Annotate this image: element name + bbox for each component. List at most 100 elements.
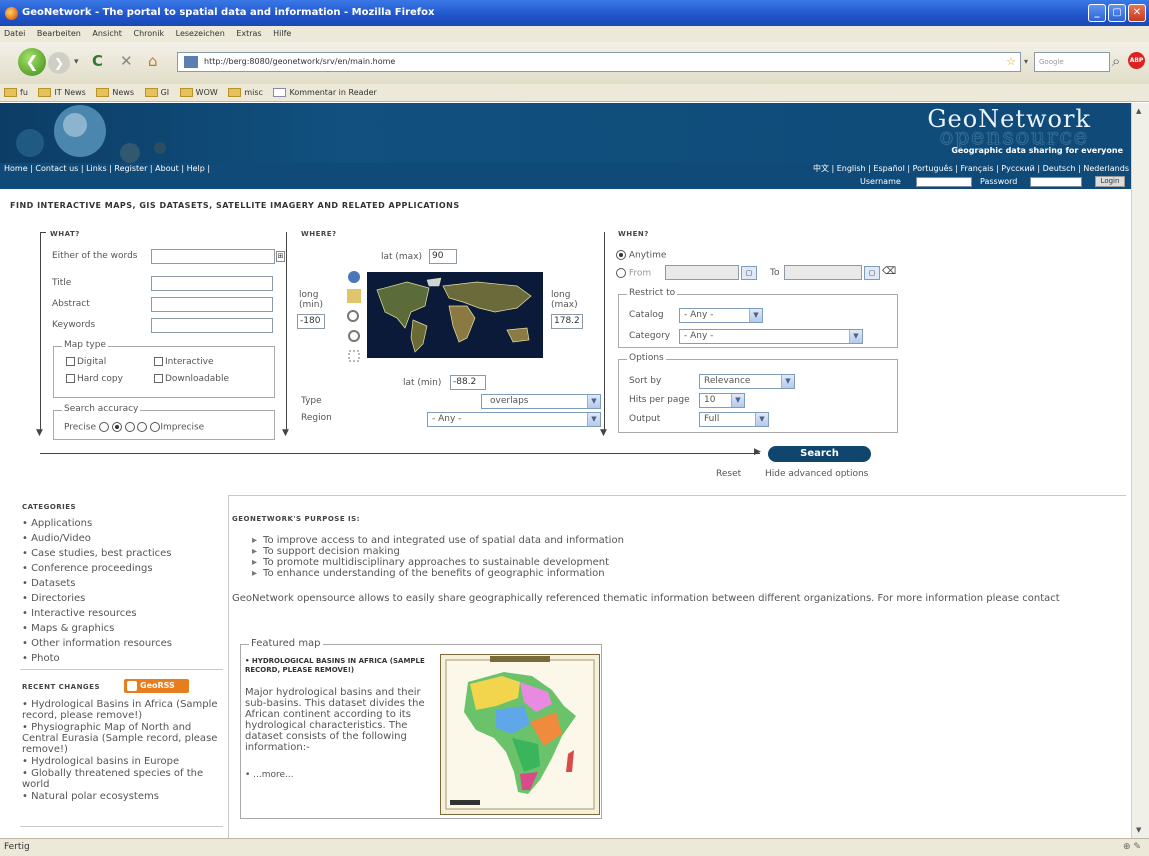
digital-checkbox[interactable] bbox=[66, 357, 75, 366]
from-option[interactable]: From bbox=[616, 268, 651, 279]
history-dropdown-icon[interactable]: ▾ bbox=[74, 52, 79, 72]
menu-lesezeichen[interactable]: Lesezeichen bbox=[176, 29, 225, 38]
anytime-option[interactable]: Anytime bbox=[616, 250, 666, 261]
minimize-button[interactable]: _ bbox=[1088, 4, 1106, 22]
region-select[interactable]: - Any - ▼ bbox=[427, 412, 601, 427]
select-area-tool-icon[interactable] bbox=[348, 350, 360, 362]
bookmark-star-icon[interactable]: ☆ bbox=[1006, 53, 1016, 71]
menu-bearbeiten[interactable]: Bearbeiten bbox=[37, 29, 81, 38]
accuracy-radio-2[interactable] bbox=[111, 422, 122, 432]
login-button[interactable]: Login bbox=[1095, 176, 1125, 187]
zoom-in-tool-icon[interactable] bbox=[347, 289, 361, 303]
reload-icon[interactable]: C bbox=[92, 51, 103, 71]
featured-map-title[interactable]: • HYDROLOGICAL BASINS IN AFRICA (SAMPLE … bbox=[245, 657, 439, 675]
interactive-option[interactable]: Interactive bbox=[154, 357, 213, 367]
category-interactive[interactable]: • Interactive resources bbox=[22, 608, 137, 619]
abstract-input[interactable] bbox=[151, 297, 273, 312]
address-bar[interactable]: http://berg:8080/geonetwork/srv/en/main.… bbox=[177, 52, 1021, 72]
scroll-up-icon[interactable]: ▲ bbox=[1136, 107, 1141, 115]
recent-item[interactable]: • Natural polar ecosystems bbox=[22, 791, 222, 802]
hardcopy-checkbox[interactable] bbox=[66, 374, 75, 383]
category-datasets[interactable]: • Datasets bbox=[22, 578, 75, 589]
category-conference[interactable]: • Conference proceedings bbox=[22, 563, 153, 574]
menu-chronik[interactable]: Chronik bbox=[133, 29, 164, 38]
home-icon[interactable]: ⌂ bbox=[148, 51, 158, 71]
lat-min-input[interactable]: -88.2 bbox=[450, 375, 486, 390]
back-button[interactable]: ❮ bbox=[18, 48, 46, 76]
forward-button[interactable]: ❯ bbox=[48, 52, 70, 74]
digital-option[interactable]: Digital bbox=[66, 357, 106, 367]
stop-icon[interactable]: ✕ bbox=[120, 51, 133, 71]
recent-item[interactable]: • Hydrological basins in Europe bbox=[22, 756, 222, 767]
go-icon[interactable]: ▾ bbox=[1024, 52, 1028, 72]
world-map[interactable] bbox=[367, 272, 543, 358]
accuracy-radio-1[interactable] bbox=[98, 422, 109, 432]
clear-dates-icon[interactable]: ⌫ bbox=[882, 266, 896, 277]
bookmark-folder-gi[interactable]: GI bbox=[144, 84, 169, 102]
category-audio-video[interactable]: • Audio/Video bbox=[22, 533, 91, 544]
category-other[interactable]: • Other information resources bbox=[22, 638, 172, 649]
calendar-icon[interactable]: ▢ bbox=[864, 266, 880, 280]
keywords-input[interactable] bbox=[151, 318, 273, 333]
downloadable-option[interactable]: Downloadable bbox=[154, 374, 229, 384]
accuracy-radio-4[interactable] bbox=[137, 422, 148, 432]
search-button[interactable]: Search bbox=[768, 446, 871, 462]
zoom-out-tool-icon[interactable] bbox=[347, 310, 359, 322]
recent-item[interactable]: • Physiographic Map of North and Central… bbox=[22, 722, 222, 755]
anytime-radio[interactable] bbox=[616, 250, 626, 260]
globe-tool-icon[interactable] bbox=[348, 271, 360, 283]
menu-datei[interactable]: Datei bbox=[4, 29, 25, 38]
recent-item[interactable]: • Globally threatened species of the wor… bbox=[22, 768, 222, 790]
bookmark-folder-it-news[interactable]: IT News bbox=[38, 84, 86, 102]
category-case-studies[interactable]: • Case studies, best practices bbox=[22, 548, 172, 559]
accuracy-radio-5[interactable] bbox=[150, 422, 161, 432]
maximize-button[interactable]: ▢ bbox=[1108, 4, 1126, 22]
long-min-input[interactable]: -180 bbox=[297, 314, 325, 329]
category-applications[interactable]: • Applications bbox=[22, 518, 92, 529]
interactive-checkbox[interactable] bbox=[154, 357, 163, 366]
from-radio[interactable] bbox=[616, 268, 626, 278]
bookmark-folder-misc[interactable]: misc bbox=[228, 84, 263, 102]
category-select[interactable]: - Any - ▼ bbox=[679, 329, 863, 344]
output-select[interactable]: Full ▼ bbox=[699, 412, 769, 427]
catalog-select[interactable]: - Any - ▼ bbox=[679, 308, 763, 323]
type-select[interactable]: overlaps ▼ bbox=[481, 394, 601, 409]
keyword-picker-icon[interactable]: ⊞ bbox=[276, 251, 285, 262]
menu-hilfe[interactable]: Hilfe bbox=[273, 29, 291, 38]
close-button[interactable]: ✕ bbox=[1128, 4, 1146, 22]
bookmark-kommentar[interactable]: Kommentar in Reader bbox=[273, 84, 377, 102]
calendar-icon[interactable]: ▢ bbox=[741, 266, 757, 280]
password-field[interactable] bbox=[1030, 177, 1082, 187]
page-scrollbar[interactable]: ▲ ▼ bbox=[1131, 103, 1149, 838]
either-words-input[interactable] bbox=[151, 249, 275, 264]
downloadable-checkbox[interactable] bbox=[154, 374, 163, 383]
long-max-input[interactable]: 178.2 bbox=[551, 314, 583, 329]
bookmark-folder-news[interactable]: News bbox=[96, 84, 134, 102]
category-maps[interactable]: • Maps & graphics bbox=[22, 623, 114, 634]
accuracy-radio-3[interactable] bbox=[124, 422, 135, 432]
reset-link[interactable]: Reset bbox=[716, 469, 741, 479]
language-links[interactable]: 中文 | English | Español | Português | Fra… bbox=[813, 163, 1129, 175]
hide-advanced-link[interactable]: Hide advanced options bbox=[765, 469, 868, 479]
menu-extras[interactable]: Extras bbox=[236, 29, 261, 38]
search-engine-box[interactable]: Google bbox=[1034, 52, 1110, 72]
recent-item[interactable]: • Hydrological Basins in Africa (Sample … bbox=[22, 699, 222, 721]
africa-map-thumbnail[interactable] bbox=[440, 654, 600, 815]
georss-badge[interactable]: GeoRSS bbox=[124, 679, 189, 693]
pan-tool-icon[interactable] bbox=[348, 330, 360, 342]
from-date-input[interactable] bbox=[665, 265, 739, 280]
to-date-input[interactable] bbox=[784, 265, 862, 280]
hits-select[interactable]: 10 ▼ bbox=[699, 393, 745, 408]
bookmark-folder-fu[interactable]: fu bbox=[4, 84, 28, 102]
category-directories[interactable]: • Directories bbox=[22, 593, 85, 604]
hardcopy-option[interactable]: Hard copy bbox=[66, 374, 123, 384]
sort-select[interactable]: Relevance ▼ bbox=[699, 374, 795, 389]
title-input[interactable] bbox=[151, 276, 273, 291]
category-photo[interactable]: • Photo bbox=[22, 653, 60, 664]
username-field[interactable] bbox=[916, 177, 972, 187]
scroll-down-icon[interactable]: ▼ bbox=[1136, 826, 1141, 834]
search-magnifier-icon[interactable]: ⌕ bbox=[1112, 51, 1120, 71]
site-nav-links[interactable]: Home | Contact us | Links | Register | A… bbox=[4, 164, 210, 173]
lat-max-input[interactable]: 90 bbox=[429, 249, 457, 264]
bookmark-folder-wow[interactable]: WOW bbox=[179, 84, 218, 102]
